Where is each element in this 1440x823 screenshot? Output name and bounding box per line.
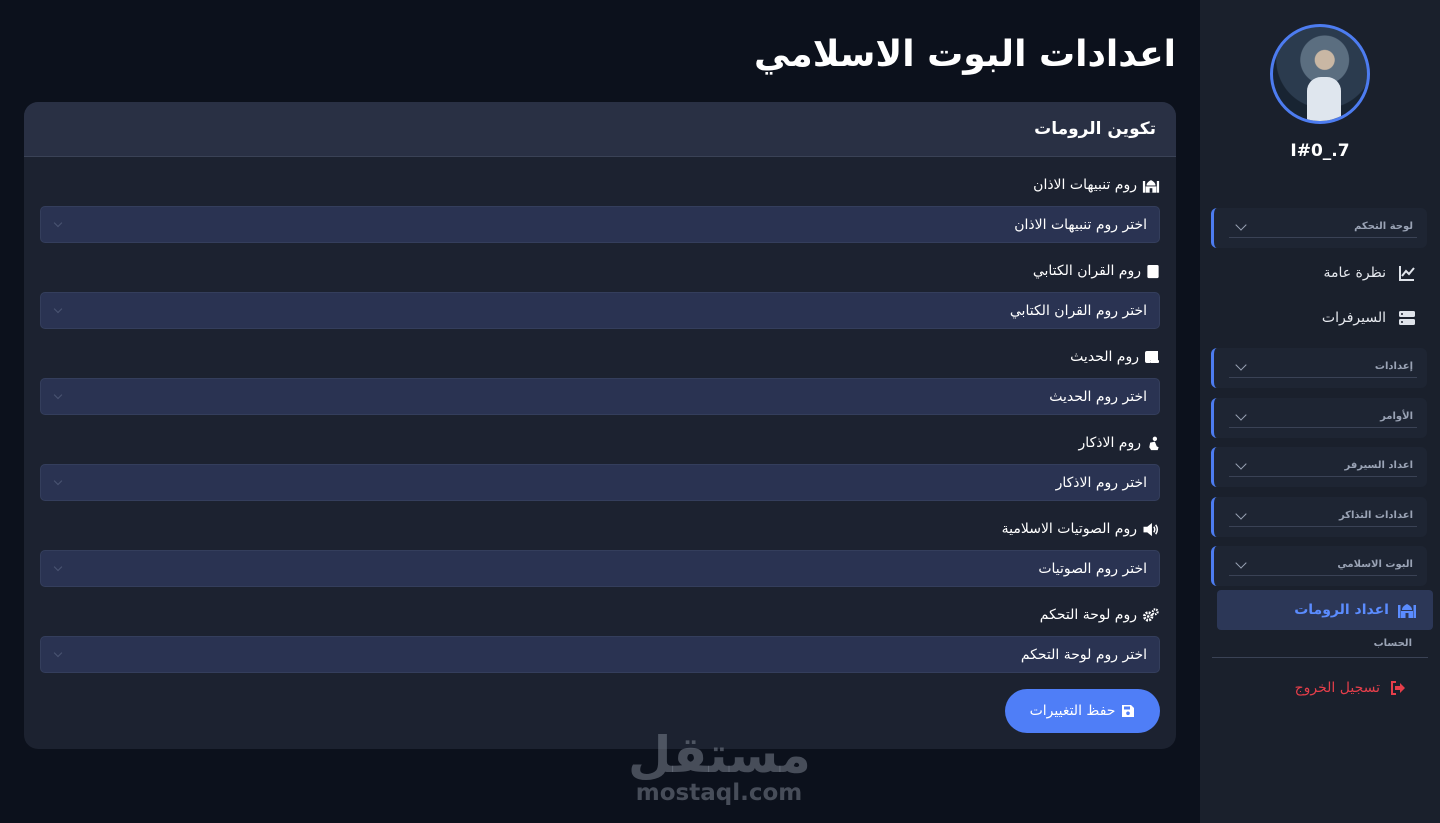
scroll-icon	[1144, 350, 1160, 364]
field-label-text: روم لوحة التحكم	[1039, 607, 1137, 623]
chevron-down-icon	[53, 218, 63, 227]
chevron-down-icon	[1235, 457, 1247, 470]
select-value: اختر روم الصوتيات	[1038, 560, 1147, 577]
field-label-hadith: روم الحديث	[40, 346, 1160, 368]
field-label-text: روم الاذكار	[1078, 435, 1141, 451]
sign-out-icon	[1390, 681, 1406, 695]
save-button-label: حفظ التغييرات	[1029, 703, 1116, 719]
field-label-text: روم الصوتيات الاسلامية	[1001, 521, 1137, 537]
field-label-control-panel: روم لوحة التحكم	[40, 604, 1160, 626]
sidebar-section-label: اعدادات التذاكر	[1338, 510, 1413, 521]
account-section-label: الحساب	[1212, 638, 1428, 658]
chevron-down-icon	[1235, 218, 1247, 231]
mosque-icon	[1142, 178, 1160, 193]
field-label-adhan: روم تنبيهات الاذان	[40, 174, 1160, 196]
volume-icon	[1142, 522, 1160, 537]
select-value: اختر روم الاذكار	[1055, 474, 1147, 491]
adhan-room-select[interactable]: اختر روم تنبيهات الاذان	[40, 206, 1160, 243]
control-panel-room-select[interactable]: اختر روم لوحة التحكم	[40, 636, 1160, 673]
gears-icon	[1142, 607, 1160, 623]
select-value: اختر روم لوحة التحكم	[1020, 646, 1147, 663]
username: I#0_.7	[1290, 141, 1350, 161]
hadith-room-select[interactable]: اختر روم الحديث	[40, 378, 1160, 415]
watermark-logo: مستقل	[628, 726, 811, 784]
avatar-figure	[1307, 77, 1341, 121]
card-title: تكوين الرومات	[24, 102, 1176, 157]
sidebar-section-settings[interactable]: إعدادات	[1211, 348, 1427, 388]
sidebar-item-label: السيرفرات	[1321, 310, 1386, 326]
sidebar-section-tickets[interactable]: اعدادات التذاكر	[1211, 497, 1427, 537]
chevron-down-icon	[53, 648, 63, 657]
page: I#0_.7 لوحة التحكم نظرة عامة السيرفرات إ…	[0, 0, 1440, 823]
field-label-adhkar: روم الاذكار	[40, 432, 1160, 454]
chevron-down-icon	[1235, 507, 1247, 520]
sidebar-section-server-setup[interactable]: اعداد السيرفر	[1211, 447, 1427, 487]
floppy-disk-icon	[1121, 704, 1135, 718]
quran-room-select[interactable]: اختر روم القران الكتابي	[40, 292, 1160, 329]
chevron-down-icon	[1235, 556, 1247, 569]
logout-label: تسجيل الخروج	[1294, 680, 1380, 696]
sidebar-item-overview[interactable]: نظرة عامة	[1216, 258, 1416, 288]
chevron-down-icon	[53, 304, 63, 313]
select-value: اختر روم تنبيهات الاذان	[1014, 216, 1147, 233]
page-title: اعدادات البوت الاسلامي	[753, 34, 1176, 75]
audio-room-select[interactable]: اختر روم الصوتيات	[40, 550, 1160, 587]
field-label-text: روم الحديث	[1070, 349, 1139, 365]
field-label-text: روم تنبيهات الاذان	[1033, 177, 1137, 193]
select-value: اختر روم القران الكتابي	[1009, 302, 1147, 319]
logout-button[interactable]: تسجيل الخروج	[1216, 674, 1406, 702]
sidebar-section-label: البوت الاسلامي	[1337, 559, 1413, 570]
sidebar-item-label: نظرة عامة	[1323, 265, 1386, 281]
sidebar-section-commands[interactable]: الأوامر	[1211, 398, 1427, 438]
quran-icon	[1146, 264, 1160, 279]
chevron-down-icon	[53, 476, 63, 485]
chart-line-icon	[1398, 264, 1416, 282]
sidebar-section-label: لوحة التحكم	[1354, 221, 1413, 232]
field-label-text: روم القران الكتابي	[1032, 263, 1141, 279]
watermark-url: mostaql.com	[635, 780, 803, 806]
adhkar-room-select[interactable]: اختر روم الاذكار	[40, 464, 1160, 501]
field-label-audio: روم الصوتيات الاسلامية	[40, 518, 1160, 540]
sidebar-section-label: اعداد السيرفر	[1344, 460, 1413, 471]
mosque-icon	[1397, 602, 1417, 618]
sidebar-section-dashboard[interactable]: لوحة التحكم	[1211, 208, 1427, 248]
sidebar-item-rooms-setup[interactable]: اعداد الرومات	[1217, 590, 1433, 630]
chevron-down-icon	[53, 390, 63, 399]
sidebar-section-label: إعدادات	[1374, 361, 1413, 372]
chevron-down-icon	[1235, 358, 1247, 371]
sidebar-section-label: الأوامر	[1380, 411, 1413, 422]
chevron-down-icon	[53, 562, 63, 571]
save-changes-button[interactable]: حفظ التغييرات	[1005, 689, 1160, 733]
sidebar-item-label: اعداد الرومات	[1294, 602, 1389, 618]
select-value: اختر روم الحديث	[1049, 388, 1147, 405]
server-icon	[1398, 309, 1416, 327]
sidebar-item-servers[interactable]: السيرفرات	[1216, 303, 1416, 333]
chevron-down-icon	[1235, 408, 1247, 421]
avatar[interactable]	[1270, 24, 1370, 124]
sidebar-section-islamic-bot[interactable]: البوت الاسلامي	[1211, 546, 1427, 586]
praying-icon	[1146, 436, 1160, 451]
field-label-quran: روم القران الكتابي	[40, 260, 1160, 282]
